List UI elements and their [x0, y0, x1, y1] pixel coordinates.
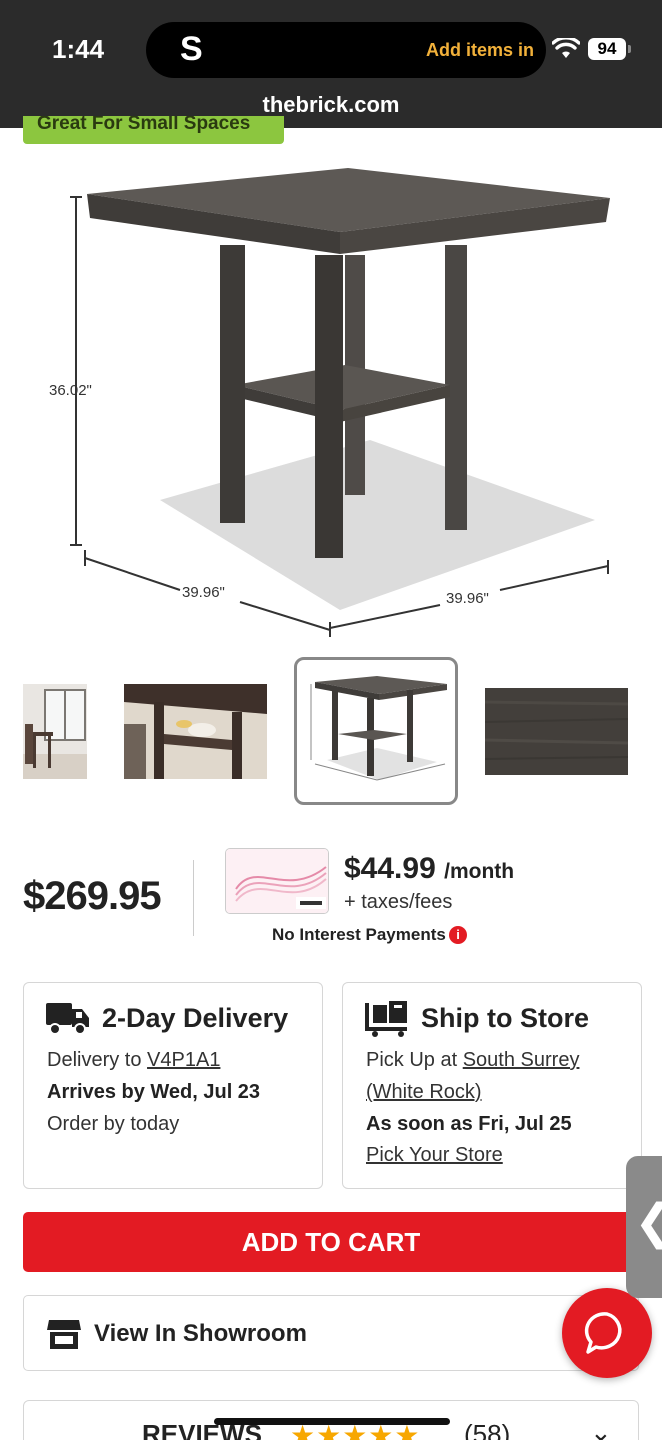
battery-icon: 94 — [588, 38, 626, 60]
no-interest-label: No Interest Payments — [272, 925, 446, 944]
chevron-down-icon: ⌄ — [590, 1417, 612, 1440]
side-drawer-tab[interactable]: ❮ — [626, 1156, 662, 1298]
product-main-image[interactable]: 36.02" 39.96" 39.96" — [40, 160, 630, 640]
store-name-link-line2[interactable]: (White Rock) — [366, 1081, 482, 1104]
app-logo-icon: S — [180, 30, 203, 68]
delivery-truck-icon — [46, 1003, 89, 1035]
view-in-showroom-label: View In Showroom — [94, 1320, 307, 1347]
thumbnail-wood-finish[interactable] — [485, 688, 628, 775]
view-in-showroom-button[interactable]: View In Showroom — [23, 1295, 639, 1371]
wood-finish-image — [485, 688, 628, 775]
pickup-date: As soon as Fri, Jul 25 — [366, 1113, 572, 1136]
thumbnail-dining-room[interactable] — [23, 684, 87, 779]
pickup-prefix: Pick Up at — [366, 1049, 458, 1071]
monthly-payment: $44.99 /month — [344, 852, 514, 886]
product-badge: Great For Small Spaces — [23, 116, 284, 144]
chat-button[interactable] — [562, 1288, 652, 1378]
arrival-date-text: Arrives by Wed, Jul 23 — [47, 1081, 261, 1103]
taxes-note: + taxes/fees — [344, 891, 453, 913]
ship-to-store-title: Ship to Store — [421, 1003, 589, 1033]
pickup-date-text: As soon as Fri, Jul 25 — [366, 1113, 572, 1135]
delivery-title: 2-Day Delivery — [102, 1003, 289, 1033]
ship-to-store-card[interactable]: Ship to Store Pick Up at South Surrey (W… — [342, 982, 642, 1189]
delivery-to-line: Delivery to V4P1A1 — [47, 1049, 220, 1072]
arrival-date: Arrives by Wed, Jul 23 — [47, 1081, 260, 1104]
badge-label: Great For Small Spaces — [37, 116, 251, 134]
storefront-icon — [47, 1320, 81, 1349]
chevron-left-icon: ❮ — [634, 1194, 662, 1250]
pickup-line: Pick Up at South Surrey — [366, 1049, 579, 1072]
chat-bubble-icon — [584, 1312, 622, 1354]
delivery-option-card[interactable]: 2-Day Delivery Delivery to V4P1A1 Arrive… — [23, 982, 323, 1189]
battery-tip — [628, 45, 631, 53]
store-name-link[interactable]: South Surrey — [463, 1049, 580, 1071]
dining-room-image — [23, 684, 87, 779]
monthly-unit: /month — [444, 860, 515, 883]
delivery-to-prefix: Delivery to — [47, 1049, 142, 1071]
clock: 1:44 — [52, 34, 105, 64]
pick-your-store-link[interactable]: Pick Your Store — [366, 1144, 503, 1167]
width-dimension-left-label: 39.96" — [182, 584, 225, 601]
info-icon[interactable]: i — [449, 926, 467, 944]
status-bar: 1:44 S Add items in 94 thebrick.com — [0, 0, 662, 128]
add-to-cart-button[interactable]: ADD TO CART — [23, 1212, 639, 1272]
island-message: Add items in — [425, 40, 534, 60]
reviews-count: (58) — [464, 1419, 511, 1440]
store-cart-icon — [365, 1001, 407, 1037]
url-bar[interactable]: thebrick.com — [0, 92, 662, 118]
table-closeup-image — [124, 684, 267, 779]
table-illustration — [70, 168, 610, 637]
home-indicator[interactable] — [214, 1418, 450, 1425]
monthly-amount: $44.99 — [344, 852, 436, 885]
wifi-icon — [552, 38, 580, 58]
thumbnail-table-closeup[interactable] — [124, 684, 267, 779]
product-price: $269.95 — [23, 874, 162, 918]
dynamic-island[interactable]: S Add items in — [146, 22, 546, 78]
height-dimension-label: 36.02" — [49, 382, 92, 399]
flexiti-card-icon[interactable] — [225, 848, 329, 914]
order-by: Order by today — [47, 1113, 180, 1135]
table-dimensions-thumb-image — [310, 676, 447, 781]
price-divider — [193, 860, 194, 936]
postal-code-link[interactable]: V4P1A1 — [147, 1049, 220, 1071]
width-dimension-right-label: 39.96" — [446, 590, 489, 607]
thumbnail-table-dimensions-selected[interactable] — [294, 657, 458, 805]
